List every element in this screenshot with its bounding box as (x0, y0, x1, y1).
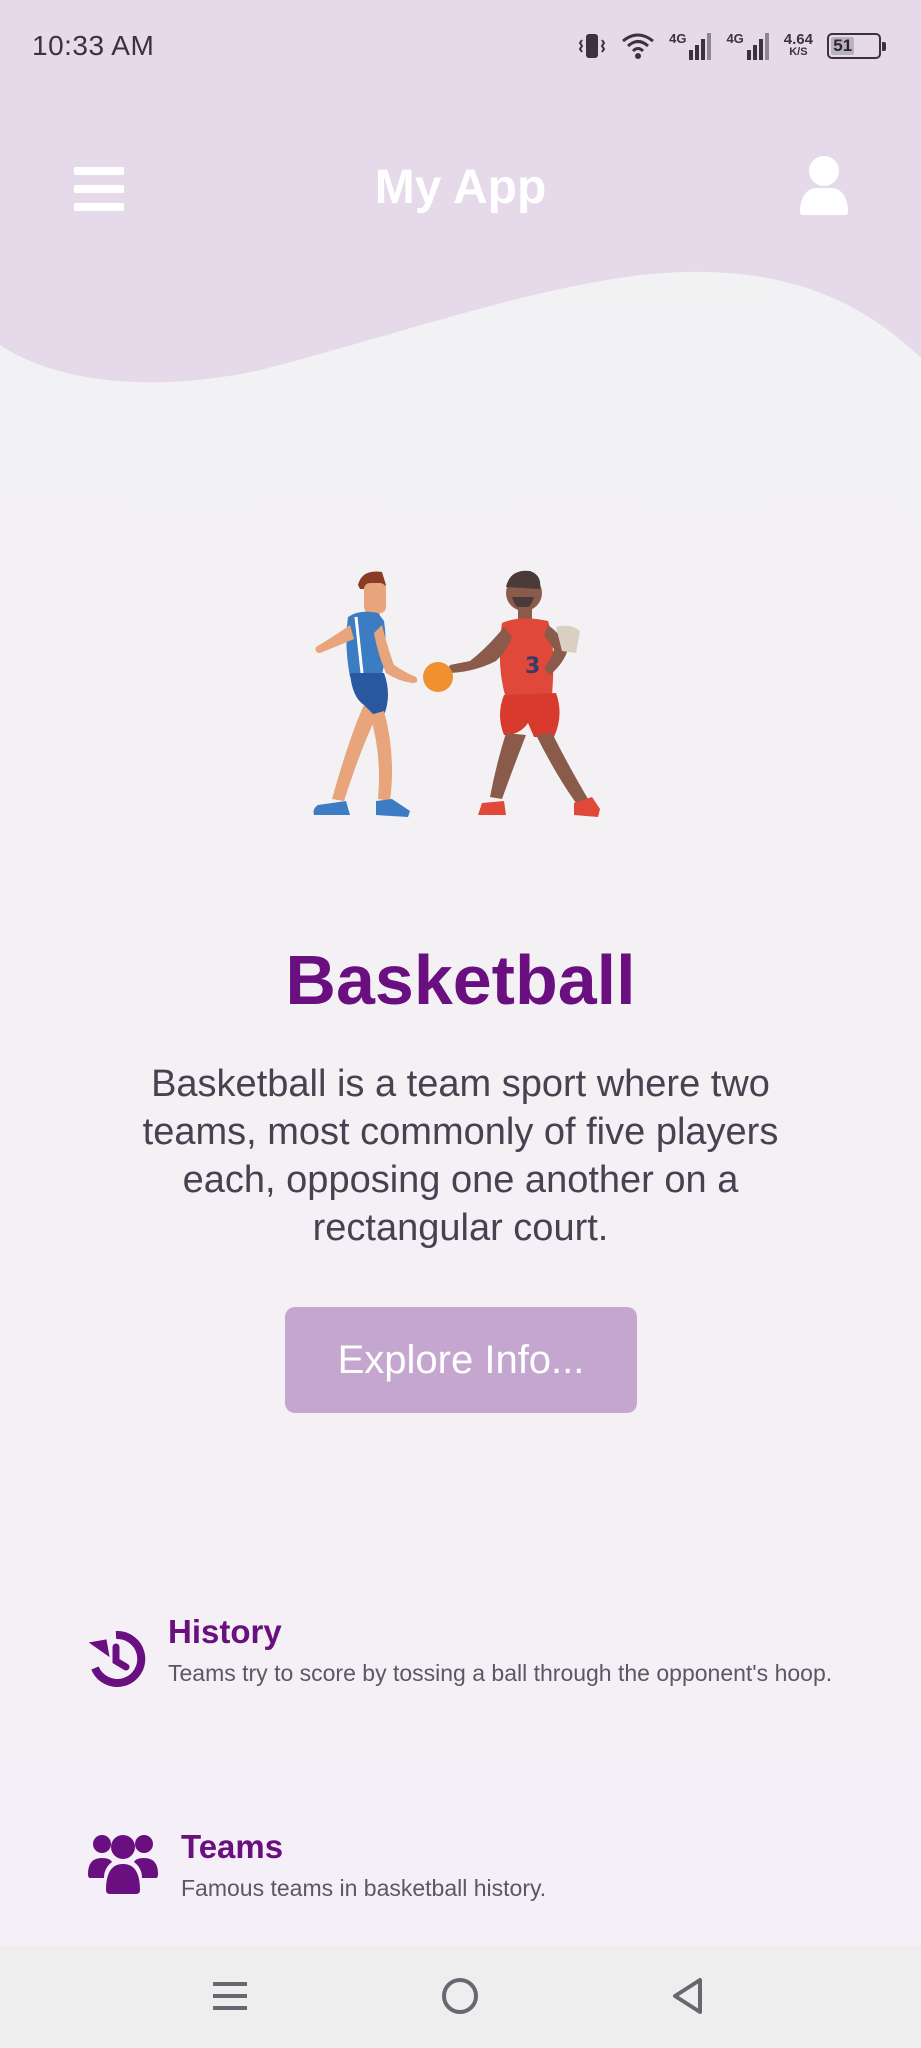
battery-icon: 51 (827, 33, 886, 59)
explore-info-button[interactable]: Explore Info... (285, 1307, 637, 1413)
back-icon[interactable] (658, 1966, 718, 2026)
signal-1: 4G (669, 32, 712, 60)
recent-apps-icon[interactable] (200, 1966, 260, 2026)
defender-figure (313, 571, 418, 817)
status-bar: 10:33 AM 4G 4G 4.64 K/S 51 (0, 0, 921, 92)
feature-description: Famous teams in basketball history. (181, 1875, 547, 1901)
signal-icon (746, 33, 769, 60)
feature-title: Teams (181, 1828, 284, 1865)
page-description: Basketball is a team sport where two tea… (142, 1063, 779, 1249)
feature-history[interactable]: History Teams try to score by tossing a … (0, 1605, 921, 1715)
svg-text:3: 3 (525, 654, 540, 679)
app-bar: My App (0, 140, 921, 236)
feature-title: History (168, 1613, 282, 1650)
attacker-figure: 3 (423, 570, 600, 817)
wifi-icon (622, 33, 655, 59)
signal-icon (689, 33, 712, 60)
status-time: 10:33 AM (32, 30, 155, 61)
user-icon[interactable] (796, 154, 852, 216)
teams-icon (88, 1835, 158, 1894)
signal-2: 4G (726, 32, 769, 60)
status-icons: 4G 4G 4.64 K/S 51 (577, 31, 886, 61)
feature-teams[interactable]: Teams Famous teams in basketball history… (0, 1818, 921, 1918)
feature-description: Teams try to score by tossing a ball thr… (168, 1660, 833, 1686)
system-nav-bar (0, 1946, 921, 2048)
home-icon[interactable] (430, 1966, 490, 2026)
app-title: My App (374, 161, 547, 214)
network-speed: 4.64 K/S (783, 31, 813, 58)
app-screen: 10:33 AM 4G 4G 4.64 K/S 51 My App 3 Bask… (0, 0, 921, 2048)
history-icon (88, 1630, 146, 1687)
battery-level: 51 (831, 36, 855, 55)
basketball-players-illustration: 3 (313, 570, 600, 817)
page-title: Basketball (285, 941, 636, 1019)
vibrate-icon (578, 34, 606, 58)
